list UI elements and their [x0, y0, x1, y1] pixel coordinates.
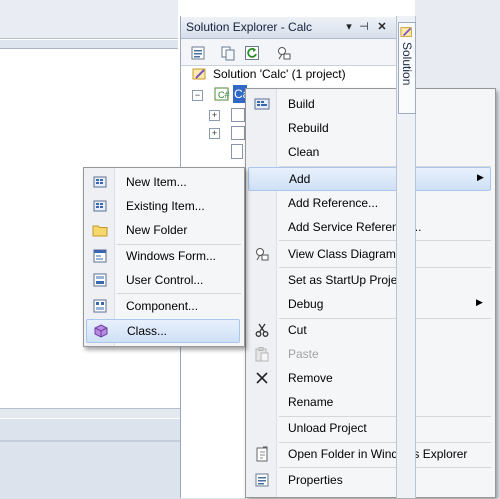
- menu-item-remove[interactable]: Remove: [248, 367, 491, 389]
- menu-item-unload-project[interactable]: Unload Project: [248, 417, 491, 439]
- menu-item-label: Build: [288, 97, 315, 111]
- new-item-icon: [92, 174, 108, 190]
- tree-expand-toggle[interactable]: +: [209, 110, 220, 121]
- tree-item-icon: [231, 126, 245, 140]
- menu-separator: [279, 240, 491, 241]
- menu-item-label: Clean: [288, 145, 320, 159]
- menu-item-paste[interactable]: Paste: [248, 343, 491, 365]
- properties-icon: [254, 472, 270, 488]
- menu-item-debug[interactable]: Debug ▶: [248, 293, 491, 315]
- menu-item-label: Rename: [288, 395, 334, 409]
- submenu-item-windows-form[interactable]: Windows Form...: [86, 245, 240, 267]
- menu-item-cut[interactable]: Cut: [248, 319, 491, 341]
- menu-item-label: Paste: [288, 347, 319, 361]
- project-context-menu: Build Rebuild Clean Add ▶ Add Reference.…: [245, 88, 496, 498]
- submenu-item-label: Component...: [126, 299, 199, 313]
- menu-item-label: Debug: [288, 297, 324, 311]
- editor-tab-strip: [0, 40, 178, 49]
- class-diagram-icon: [278, 47, 291, 60]
- menu-item-label: Cut: [288, 323, 307, 337]
- menu-item-add-reference[interactable]: Add Reference...: [248, 192, 491, 214]
- menu-item-open-folder[interactable]: Open Folder in Windows Explorer: [248, 443, 491, 465]
- file-icon: [231, 144, 243, 159]
- submenu-item-existing-item[interactable]: Existing Item...: [86, 195, 240, 217]
- solution-tab-icon: [400, 25, 414, 39]
- submenu-item-component[interactable]: Component...: [86, 295, 240, 317]
- refresh-icon: [245, 46, 259, 60]
- svg-text:C#: C#: [218, 90, 230, 100]
- remove-x-icon: [254, 370, 270, 386]
- submenu-item-class[interactable]: Class...: [86, 319, 240, 343]
- submenu-item-label: New Item...: [126, 175, 187, 189]
- project-collapse-toggle[interactable]: −: [192, 90, 203, 101]
- submenu-item-label: New Folder: [126, 223, 188, 237]
- submenu-item-label: User Control...: [126, 273, 204, 287]
- build-icon: [254, 96, 270, 112]
- pin-dropdown-icon[interactable]: ▾: [343, 20, 355, 34]
- menu-item-view-class-diagram[interactable]: View Class Diagram: [248, 243, 491, 265]
- user-control-icon: [92, 272, 108, 288]
- project-icon: C#: [214, 86, 230, 102]
- menu-item-label: Open Folder in Windows Explorer: [288, 447, 468, 461]
- class-icon: [93, 323, 109, 339]
- menu-item-add-service-reference[interactable]: Add Service Reference...: [248, 216, 491, 238]
- menu-item-build[interactable]: Build: [248, 93, 491, 115]
- existing-item-icon: [92, 198, 108, 214]
- auto-hide-icon[interactable]: ⊣: [358, 20, 370, 34]
- submenu-arrow-icon: ▶: [476, 297, 483, 307]
- show-all-files-icon: [221, 46, 235, 61]
- paste-icon: [254, 346, 270, 362]
- menu-separator: [279, 267, 491, 268]
- solution-node[interactable]: Solution 'Calc' (1 project): [192, 66, 346, 82]
- windows-form-icon: [92, 248, 108, 264]
- refresh-button[interactable]: [242, 43, 262, 63]
- solution-icon: [192, 68, 206, 80]
- menu-item-label: Set as StartUp Project: [288, 273, 407, 287]
- submenu-arrow-icon: ▶: [477, 172, 484, 182]
- menu-item-properties[interactable]: Properties: [248, 469, 491, 491]
- submenu-item-label: Windows Form...: [126, 249, 217, 263]
- properties-toolbar-button[interactable]: [188, 43, 208, 63]
- open-folder-icon: [254, 446, 270, 462]
- side-tab-label: Solution: [400, 42, 414, 86]
- menu-item-label: Add Reference...: [288, 196, 379, 210]
- submenu-item-new-folder[interactable]: New Folder: [86, 219, 240, 241]
- menu-item-label: Rebuild: [288, 121, 329, 135]
- menu-item-rename[interactable]: Rename: [248, 391, 491, 413]
- class-diagram-icon: [254, 246, 270, 262]
- show-all-files-button[interactable]: [218, 43, 238, 63]
- menu-item-add[interactable]: Add ▶: [248, 167, 491, 191]
- folder-icon: [92, 222, 108, 238]
- tree-item-icon: [231, 108, 245, 122]
- close-icon[interactable]: ✕: [376, 20, 388, 34]
- menu-item-label: Add: [289, 172, 311, 186]
- menu-item-set-startup-project[interactable]: Set as StartUp Project: [248, 269, 491, 291]
- scissors-icon: [254, 322, 270, 338]
- editor-toolbar-area: [0, 0, 178, 39]
- menu-separator: [117, 293, 241, 294]
- submenu-item-label: Class...: [127, 324, 168, 338]
- submenu-item-new-item[interactable]: New Item...: [86, 171, 240, 193]
- component-icon: [92, 298, 108, 314]
- view-class-diagram-toolbar-button[interactable]: [274, 43, 294, 63]
- menu-item-rebuild[interactable]: Rebuild: [248, 117, 491, 139]
- submenu-item-label: Existing Item...: [126, 199, 205, 213]
- menu-item-label: Remove: [288, 371, 333, 385]
- submenu-item-user-control[interactable]: User Control...: [86, 269, 240, 291]
- menu-item-clean[interactable]: Clean: [248, 141, 491, 163]
- add-submenu: New Item... Existing Item... New Folder …: [83, 167, 245, 347]
- solution-explorer-title: Solution Explorer - Calc: [186, 20, 313, 34]
- tree-expand-toggle[interactable]: +: [209, 128, 220, 139]
- properties-list-icon: [191, 46, 205, 60]
- menu-item-label: Properties: [288, 473, 343, 487]
- solution-node-label: Solution 'Calc' (1 project): [213, 67, 346, 81]
- menu-item-label: Unload Project: [288, 421, 367, 435]
- menu-separator: [279, 467, 491, 468]
- menu-item-label: View Class Diagram: [288, 247, 396, 261]
